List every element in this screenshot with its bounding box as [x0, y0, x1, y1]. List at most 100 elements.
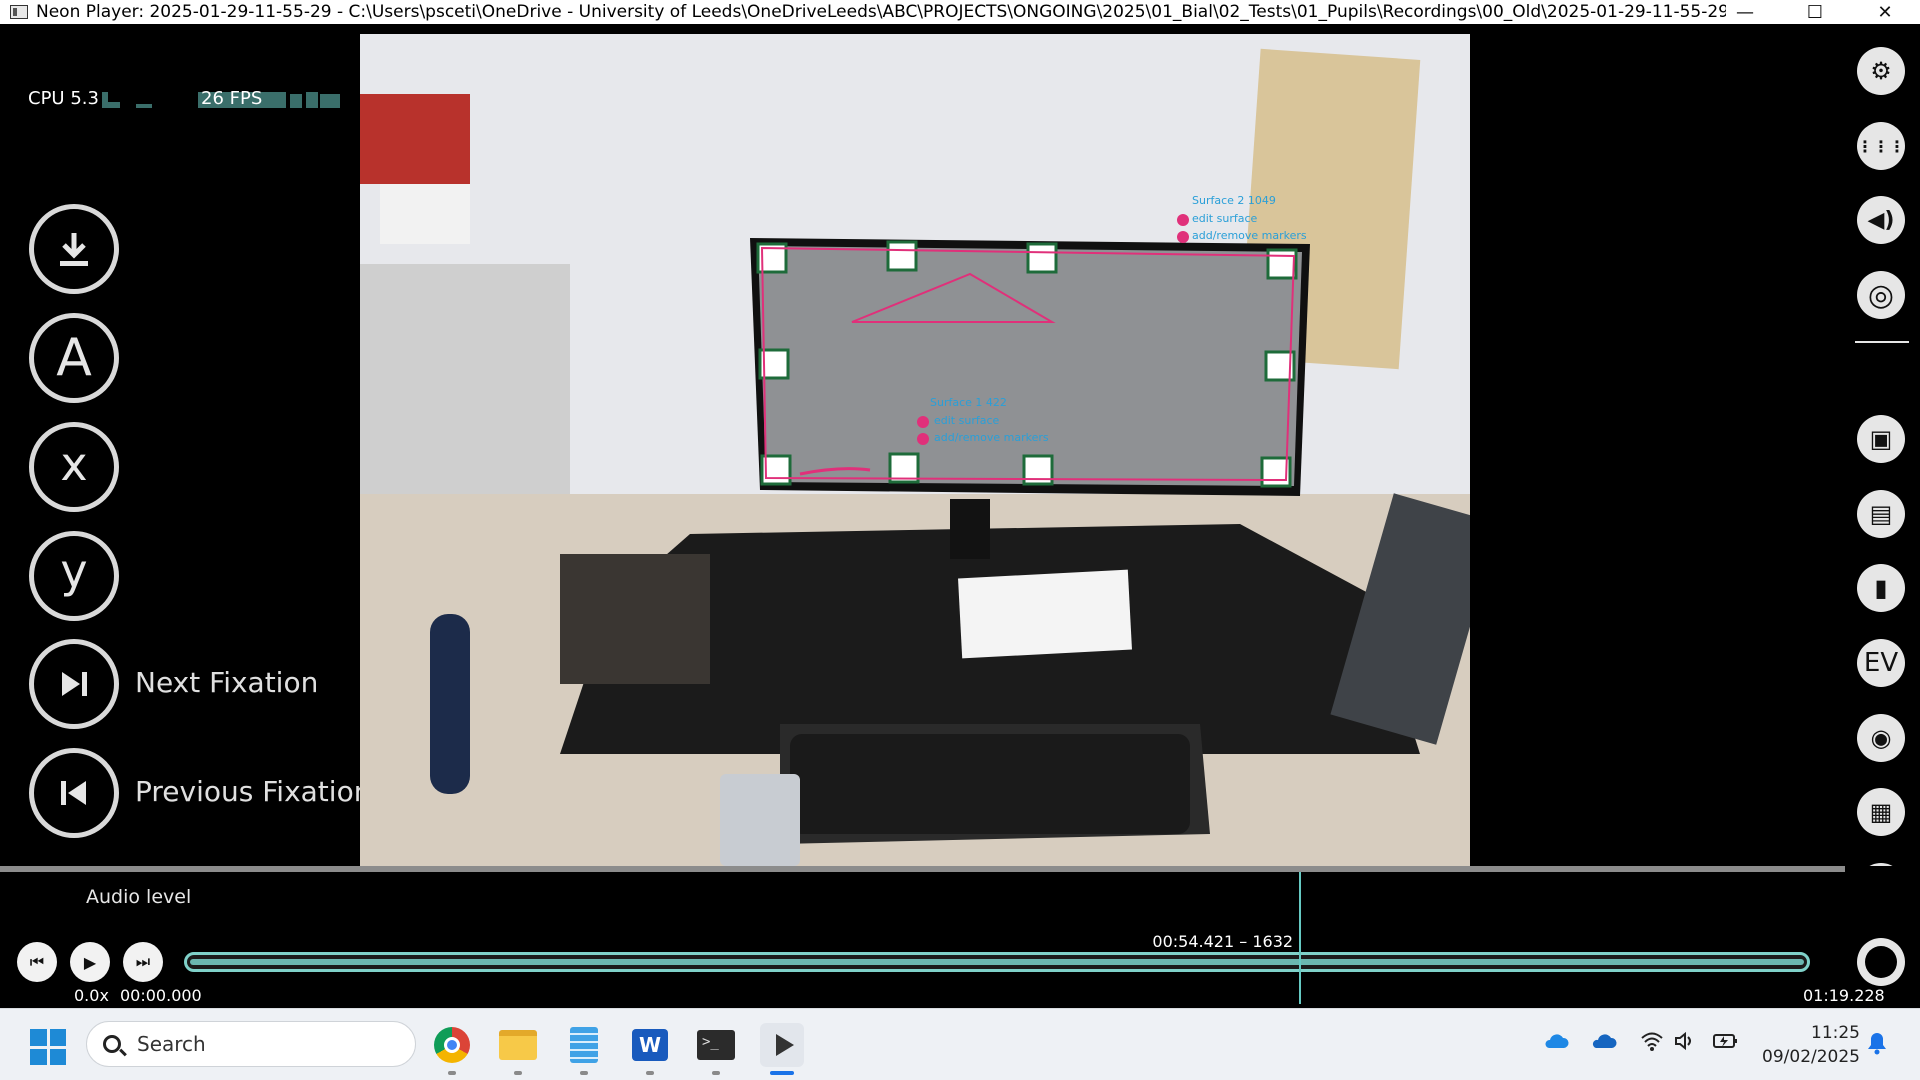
search-placeholder: Search: [137, 1032, 206, 1056]
search-icon: [103, 1035, 121, 1053]
onedrive-icon[interactable]: [1543, 1031, 1569, 1055]
surface-tracker-icon: ▣: [1869, 425, 1893, 453]
timeline-panel: Audio level 00:54.421 – 1632 ⏮ ▶ ⏭ 0.0x …: [0, 866, 1920, 1006]
document-button[interactable]: ▤: [1857, 490, 1905, 538]
start-time: 00:00.000: [120, 986, 202, 1005]
surface-tracker-button[interactable]: ▣: [1857, 415, 1905, 463]
previous-fixation-button[interactable]: [29, 748, 119, 838]
annotation-x-button[interactable]: x: [29, 422, 119, 512]
speaker-icon: ◀): [1867, 207, 1895, 233]
audio-level-label: Audio level: [86, 886, 192, 908]
skip-forward-icon: ⏭: [135, 952, 151, 971]
ev-icon: EV: [1863, 648, 1899, 678]
playback-speed: 0.0x: [74, 986, 109, 1005]
battery-icon[interactable]: [1712, 1031, 1738, 1056]
wifi-icon[interactable]: [1640, 1031, 1664, 1056]
surface1-edit-link[interactable]: edit surface: [934, 414, 999, 427]
volume-icon[interactable]: [1673, 1031, 1697, 1056]
file-explorer-icon: [499, 1030, 537, 1060]
plugins-grid-icon: ⋮⋮⋮: [1857, 136, 1905, 156]
chrome-running-indicator: [448, 1071, 456, 1075]
bookmark-button[interactable]: ▮: [1857, 564, 1905, 612]
chrome-taskbar-button[interactable]: [430, 1023, 474, 1067]
record-button[interactable]: [1857, 938, 1905, 986]
step-forward-button[interactable]: ⏭: [123, 942, 163, 982]
notepad-running-indicator: [580, 1071, 588, 1075]
annotation-y-button[interactable]: y: [29, 531, 119, 621]
annotation-a-button[interactable]: A: [29, 313, 119, 403]
play-icon: ▶: [83, 952, 97, 972]
bookmark-icon: ▮: [1874, 574, 1888, 602]
word-taskbar-button[interactable]: W: [628, 1023, 672, 1067]
export-document-icon: ▦: [1869, 798, 1893, 826]
title-bar: Neon Player: 2025-01-29-11-55-29 - C:\Us…: [0, 0, 1920, 24]
video-scene: [360, 34, 1470, 866]
eye-overlay-icon: ◉: [1870, 724, 1892, 752]
next-fixation-button[interactable]: [29, 639, 119, 729]
letter-x-icon: x: [60, 437, 88, 491]
download-button[interactable]: [29, 204, 119, 294]
neon-player-taskbar-button[interactable]: [760, 1023, 804, 1067]
chrome-icon: [434, 1027, 470, 1063]
file-explorer-taskbar-button[interactable]: [496, 1023, 540, 1067]
explorer-running-indicator: [514, 1071, 522, 1075]
notepad-taskbar-button[interactable]: [562, 1023, 606, 1067]
neon-player-active-indicator: [770, 1071, 794, 1075]
seek-bar[interactable]: [184, 952, 1810, 972]
fps-readout: 26 FPS: [201, 88, 263, 109]
surface2-label: Surface 2 1049: [1192, 194, 1276, 207]
world-video[interactable]: Surface 1 422 edit surface add/remove ma…: [360, 34, 1470, 866]
surface1-label: Surface 1 422: [930, 396, 1007, 409]
close-button[interactable]: ✕: [1850, 0, 1920, 24]
clock-date: 09/02/2025: [1762, 1047, 1860, 1067]
eye-overlay-button[interactable]: ◉: [1857, 714, 1905, 762]
export-button[interactable]: ▦: [1857, 788, 1905, 836]
terminal-running-indicator: [712, 1071, 720, 1075]
app-icon: [10, 5, 28, 19]
surface2-markers-link[interactable]: add/remove markers: [1192, 229, 1307, 242]
end-time: 01:19.228: [1803, 986, 1885, 1005]
plugin-manager-button[interactable]: ⋮⋮⋮: [1857, 122, 1905, 170]
word-running-indicator: [646, 1071, 654, 1075]
minimize-button[interactable]: —: [1710, 0, 1780, 24]
record-target-icon: ◎: [1867, 277, 1895, 313]
cpu-readout: CPU 5.3: [28, 88, 99, 109]
taskbar-search[interactable]: Search: [86, 1021, 416, 1067]
letter-a-icon: A: [56, 328, 92, 388]
gear-icon: ⚙: [1870, 57, 1892, 85]
taskbar: Search W >_ 11:25 09/02/2025: [0, 1008, 1920, 1080]
main-area: CPU 5.3 26 FPS A x y Next Fixation Previ…: [0, 34, 1920, 911]
skip-back-icon: ⏮: [29, 952, 45, 971]
playhead[interactable]: [1299, 872, 1302, 1004]
playhead-time-label: 00:54.421 – 1632: [1152, 932, 1294, 951]
terminal-icon: >_: [697, 1030, 735, 1060]
target-button[interactable]: ◎: [1857, 271, 1905, 319]
settings-button[interactable]: ⚙: [1857, 47, 1905, 95]
previous-fixation-icon: [61, 781, 86, 805]
terminal-taskbar-button[interactable]: >_: [694, 1023, 738, 1067]
neon-player-icon: [776, 1034, 794, 1056]
system-clock[interactable]: 11:25 09/02/2025: [1740, 1021, 1860, 1069]
window-title: Neon Player: 2025-01-29-11-55-29 - C:\Us…: [36, 2, 1726, 22]
next-fixation-label[interactable]: Next Fixation: [135, 666, 318, 699]
audio-button[interactable]: ◀): [1857, 196, 1905, 244]
download-icon: [60, 233, 88, 266]
previous-fixation-label[interactable]: Previous Fixation: [135, 775, 371, 808]
cloud-sync-icon[interactable]: [1592, 1031, 1618, 1055]
sidebar-separator: [1855, 341, 1909, 343]
start-button[interactable]: [30, 1029, 66, 1065]
timeline-resize-handle[interactable]: [0, 866, 1845, 872]
neon-player-window: Neon Player: 2025-01-29-11-55-29 - C:\Us…: [0, 0, 1920, 1080]
maximize-button[interactable]: ☐: [1780, 0, 1850, 24]
play-button[interactable]: ▶: [70, 942, 110, 982]
word-icon: W: [632, 1029, 668, 1061]
ev-button[interactable]: EV: [1857, 639, 1905, 687]
clock-time: 11:25: [1811, 1023, 1860, 1043]
letter-y-icon: y: [60, 544, 88, 598]
document-icon: ▤: [1869, 500, 1893, 528]
step-back-button[interactable]: ⏮: [17, 942, 57, 982]
surface1-markers-link[interactable]: add/remove markers: [934, 431, 1049, 444]
notification-bell-icon[interactable]: [1866, 1031, 1888, 1060]
surface2-edit-link[interactable]: edit surface: [1192, 212, 1257, 225]
next-fixation-icon: [62, 672, 87, 696]
